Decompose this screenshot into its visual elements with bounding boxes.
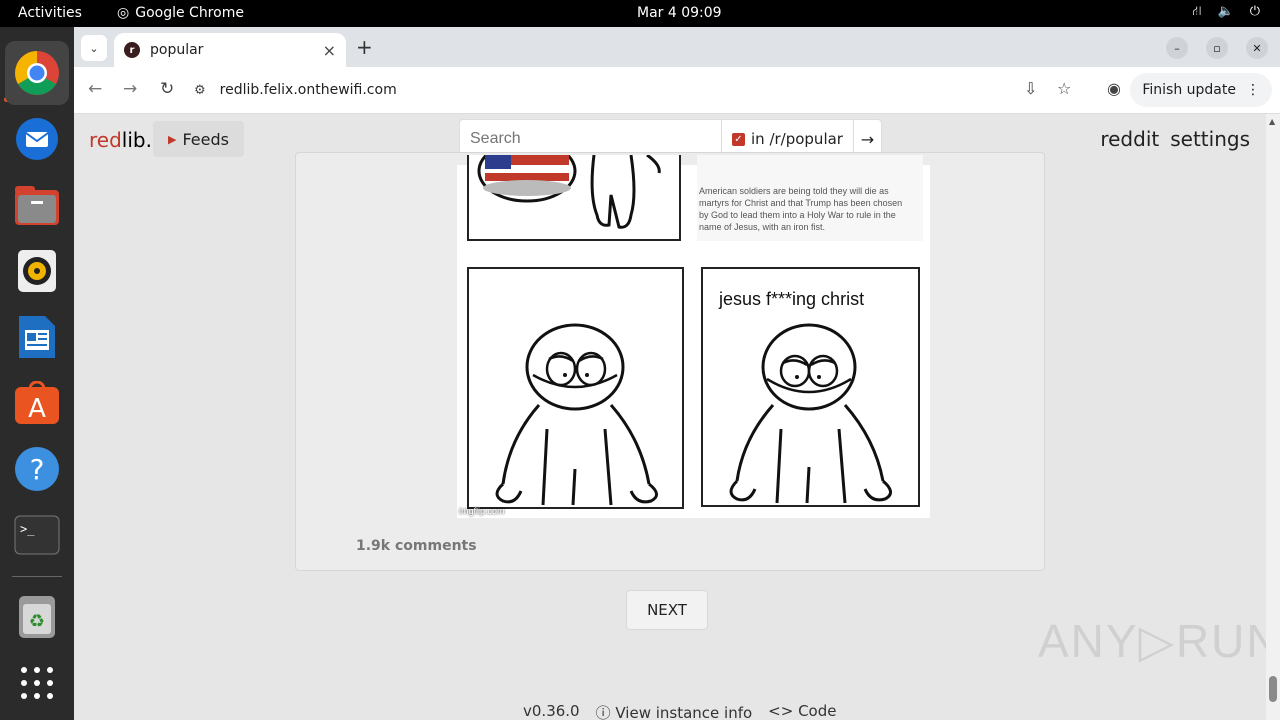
maximize-button[interactable]: ▫: [1206, 37, 1228, 59]
minimize-button[interactable]: –: [1166, 37, 1188, 59]
feeds-label: Feeds: [182, 129, 229, 149]
browser-toolbar: ← → ↻ ⚙ redlib.felix.onthewifi.com ⇩ ☆ ◉…: [74, 67, 1280, 114]
chrome-small-icon: ◎: [117, 5, 130, 21]
version-text: v0.36.0: [523, 702, 580, 720]
forward-button[interactable]: →: [123, 79, 137, 99]
app-center-icon[interactable]: A: [12, 378, 62, 428]
tab-title: popular: [150, 42, 204, 58]
triangle-right-icon: ▶: [168, 132, 177, 146]
activities-button[interactable]: Activities: [18, 5, 82, 21]
page-scrollbar[interactable]: ▲: [1266, 114, 1280, 720]
close-tab-icon[interactable]: ×: [323, 41, 336, 60]
chrome-icon[interactable]: [5, 41, 69, 105]
instance-info-link[interactable]: ⓘ View instance info: [596, 702, 753, 720]
redlib-right-nav: reddit settings: [1100, 127, 1250, 151]
svg-text:♻: ♻: [29, 611, 45, 632]
kebab-menu-icon[interactable]: ⋮: [1246, 82, 1260, 98]
help-icon[interactable]: ?: [12, 444, 62, 494]
app-menu[interactable]: ◎ Google Chrome: [117, 5, 244, 21]
checkbox-checked-icon[interactable]: ✓: [732, 132, 745, 146]
url-text: redlib.felix.onthewifi.com: [219, 82, 397, 98]
finish-update-button[interactable]: Finish update ⋮: [1130, 73, 1272, 107]
writer-icon[interactable]: [12, 312, 62, 362]
reddit-link[interactable]: reddit: [1100, 127, 1159, 151]
app-grid-icon[interactable]: [12, 658, 62, 708]
page-footer: v0.36.0 ⓘ View instance info <> Code: [523, 702, 836, 720]
trash-icon[interactable]: ♻: [12, 592, 62, 642]
code-link[interactable]: <> Code: [768, 702, 836, 720]
clock[interactable]: Mar 4 09:09: [637, 5, 722, 21]
address-bar[interactable]: ⚙ redlib.felix.onthewifi.com: [194, 73, 1080, 107]
install-app-icon[interactable]: ⇩: [1024, 79, 1037, 98]
tab-search-button[interactable]: ⌄: [81, 35, 107, 61]
browser-window: ⌄ r popular × + – ▫ ✕ ← → ↻ ⚙ redlib.fel…: [74, 27, 1280, 114]
rhythmbox-icon[interactable]: [12, 246, 62, 296]
thunderbird-icon[interactable]: [12, 114, 62, 164]
finish-update-label: Finish update: [1142, 82, 1236, 98]
power-icon: ⏻: [1249, 4, 1260, 19]
app-name: Google Chrome: [135, 5, 244, 21]
redlib-logo[interactable]: redlib.: [89, 128, 152, 152]
svg-text:?: ?: [30, 453, 45, 486]
back-button[interactable]: ←: [88, 79, 102, 99]
meme-panel-bottom-left: [467, 267, 684, 509]
chevron-down-icon: ⌄: [89, 41, 99, 55]
files-icon[interactable]: [12, 180, 62, 230]
network-icon: ⛙: [1192, 4, 1202, 19]
close-window-button[interactable]: ✕: [1246, 37, 1268, 59]
reload-button[interactable]: ↻: [160, 79, 174, 99]
next-page-button[interactable]: NEXT: [626, 590, 708, 630]
scrollbar-thumb[interactable]: [1269, 676, 1277, 702]
post-card: American soldiers are being told they wi…: [295, 139, 1045, 571]
new-tab-button[interactable]: +: [356, 35, 373, 59]
svg-text:A: A: [28, 394, 46, 424]
restrict-label: in /r/popular: [751, 130, 843, 148]
redlib-favicon-icon: r: [124, 42, 140, 58]
system-top-bar: Activities ◎ Google Chrome Mar 4 09:09 ⛙…: [0, 0, 1280, 27]
post-image[interactable]: American soldiers are being told they wi…: [457, 139, 930, 518]
volume-icon: 🔈: [1217, 4, 1234, 19]
news-headline-text: American soldiers are being told they wi…: [699, 186, 903, 232]
comments-link[interactable]: 1.9k comments: [356, 538, 477, 554]
meme-caption: jesus f***ing christ: [719, 289, 865, 309]
svg-text:>_: >_: [20, 522, 35, 536]
terminal-icon[interactable]: >_: [12, 510, 62, 560]
tab-strip: ⌄ r popular × + – ▫ ✕: [74, 27, 1280, 67]
profile-icon[interactable]: ◉: [1107, 79, 1121, 98]
feeds-button[interactable]: ▶ Feeds: [153, 121, 244, 157]
settings-link[interactable]: settings: [1170, 127, 1250, 151]
dock: A ? >_ ♻: [0, 27, 74, 720]
scroll-up-arrow-icon[interactable]: ▲: [1269, 117, 1275, 126]
tab-popular[interactable]: r popular ×: [114, 33, 346, 67]
meme-panel-top-left: [467, 139, 681, 241]
dock-separator: [12, 576, 62, 577]
imgflip-watermark: imgflip.com: [459, 506, 505, 516]
system-tray[interactable]: ⛙ 🔈 ⏻: [1192, 4, 1260, 21]
anyrun-watermark: ANY▷RUN: [1038, 615, 1266, 667]
bookmark-star-icon[interactable]: ☆: [1057, 79, 1071, 98]
page-viewport: redlib. ▶ Feeds ✓ in /r/popular → reddit…: [74, 114, 1266, 720]
site-info-icon[interactable]: ⚙: [194, 83, 206, 98]
